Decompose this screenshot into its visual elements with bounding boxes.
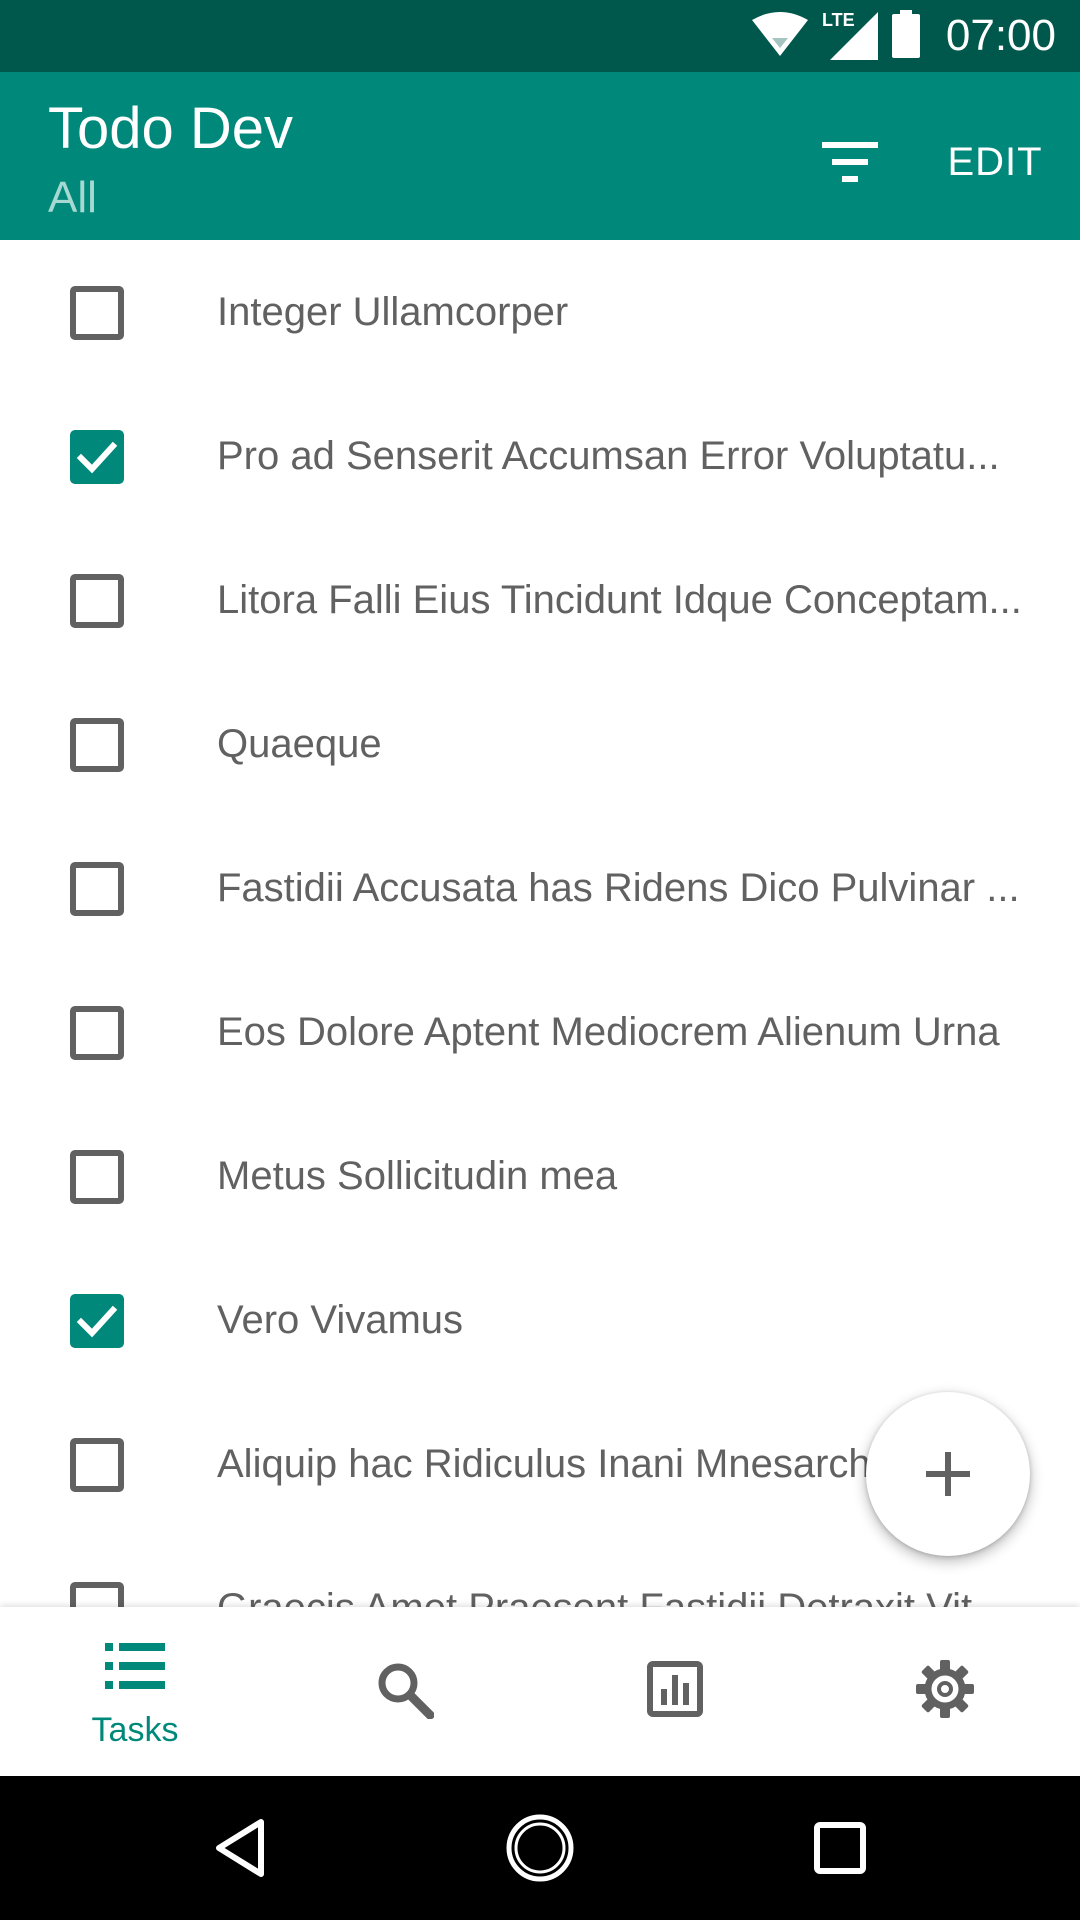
task-row[interactable]: Fastidii Accusata has Ridens Dico Pulvin… [0,816,1080,960]
nav-tasks-label: Tasks [91,1711,179,1749]
task-checkbox[interactable] [70,1006,124,1060]
back-button[interactable] [190,1798,290,1898]
system-navigation-bar [0,1776,1080,1920]
task-title: Eos Dolore Aptent Mediocrem Alienum Urna [217,1010,1000,1054]
task-checkbox[interactable] [70,430,124,484]
task-checkbox[interactable] [70,574,124,628]
nav-settings[interactable] [810,1607,1080,1776]
task-checkbox[interactable] [70,718,124,772]
gear-icon [916,1660,974,1718]
bar-chart-icon [647,1661,703,1717]
status-time: 07:00 [945,11,1056,60]
nav-statistics[interactable] [540,1607,810,1776]
status-icons: LTE [752,9,920,63]
task-checkbox[interactable] [70,862,124,916]
plus-icon [926,1452,970,1496]
home-button[interactable] [490,1798,590,1898]
task-checkbox[interactable] [70,1150,124,1204]
app-bar: Todo Dev All EDIT [0,72,1080,240]
nav-search[interactable] [270,1607,540,1776]
task-title: Pro ad Senserit Accumsan Error Voluptatu… [217,434,1000,478]
back-triangle-icon [216,1819,264,1877]
task-row[interactable]: Pro ad Senserit Accumsan Error Voluptatu… [0,384,1080,528]
task-checkbox[interactable] [70,1294,124,1348]
wifi-icon [752,11,808,61]
task-title: Vero Vivamus [217,1298,464,1342]
filter-icon [822,142,878,182]
task-row[interactable]: Integer Ullamcorper [0,240,1080,384]
recents-square-icon [814,1822,866,1874]
search-icon [378,1663,434,1719]
lte-signal-icon: LTE [822,10,878,60]
task-title: Integer Ullamcorper [217,290,569,334]
battery-icon [892,9,920,63]
task-title: Metus Sollicitudin mea [217,1154,618,1198]
task-row[interactable]: Vero Vivamus [0,1248,1080,1392]
filter-button[interactable] [810,122,890,202]
check-icon [76,1305,118,1338]
home-circle-icon [506,1814,574,1882]
task-row[interactable]: Litora Falli Eius Tincidunt Idque Concep… [0,528,1080,672]
nav-tasks[interactable]: Tasks [0,1607,270,1776]
task-title: Litora Falli Eius Tincidunt Idque Concep… [217,578,1022,622]
add-task-button[interactable] [866,1392,1030,1556]
task-checkbox[interactable] [70,286,124,340]
list-icon [105,1643,165,1689]
task-row[interactable]: Quaeque [0,672,1080,816]
task-title: Graecis Amet Praesent Fastidii Detraxit … [217,1580,1055,1607]
task-title: Quaeque [217,722,382,766]
task-title: Fastidii Accusata has Ridens Dico Pulvin… [217,866,1020,910]
app-title: Todo Dev [48,96,294,161]
task-row[interactable]: Metus Sollicitudin mea [0,1104,1080,1248]
check-icon [76,441,118,474]
filter-subtitle: All [48,173,97,222]
edit-button[interactable]: EDIT [930,122,1060,202]
bottom-navigation: Tasks [0,1607,1080,1776]
task-checkbox[interactable] [70,1438,124,1492]
task-row[interactable]: Eos Dolore Aptent Mediocrem Alienum Urna [0,960,1080,1104]
task-checkbox[interactable] [70,1582,124,1607]
status-bar: LTE 07:00 [0,0,1080,72]
recents-button[interactable] [790,1798,890,1898]
